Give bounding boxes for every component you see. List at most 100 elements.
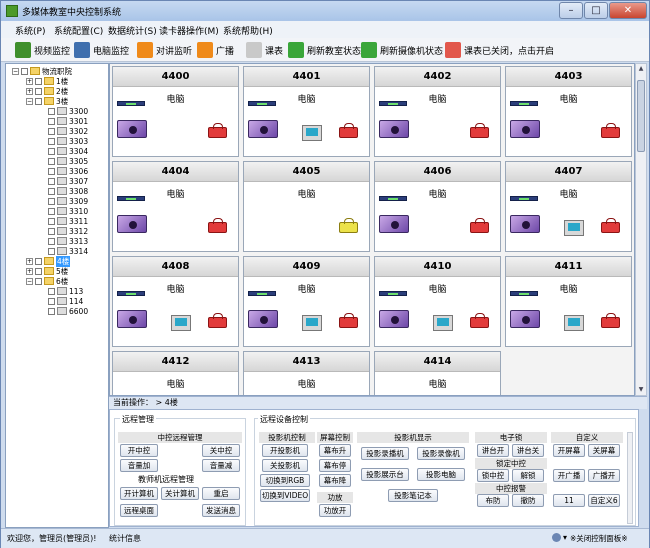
center-on-button[interactable]: 开中控 — [120, 444, 158, 457]
tree-floor-3[interactable]: − 3楼 — [26, 96, 68, 106]
tree-room[interactable]: 3304 — [48, 146, 88, 156]
toolbar-button-5[interactable]: 课表 — [246, 41, 283, 59]
pc-on-button[interactable]: 开计算机 — [120, 487, 158, 500]
classroom-card[interactable]: 4410 电脑 — [374, 256, 501, 347]
toolbar-button-8[interactable]: 课表已关闭，点击开启 — [445, 41, 554, 59]
control-panel-scrollbar[interactable] — [627, 432, 633, 524]
tree-room[interactable]: 3312 — [48, 226, 88, 236]
classroom-card[interactable]: 4408 电脑 — [112, 256, 239, 347]
classroom-card[interactable]: 4409 电脑 — [243, 256, 370, 347]
switch-rgb-button[interactable]: 切换到RGB — [260, 474, 310, 487]
tree-room[interactable]: 3309 — [48, 196, 88, 206]
tree-room[interactable]: 3303 — [48, 136, 88, 146]
screen-stop-button[interactable]: 幕布停 — [319, 459, 351, 472]
classroom-card[interactable]: 4413 电脑 — [243, 351, 370, 395]
menu-stats[interactable]: 数据统计(S) — [108, 24, 157, 37]
tree-floor-4[interactable]: +4楼 — [26, 255, 71, 267]
toggle-control-panel-button[interactable]: ※关闭控制面板※ — [570, 533, 628, 544]
tree-room[interactable]: 3308 — [48, 186, 88, 196]
grid-scrollbar[interactable]: ▲ ▼ — [635, 63, 647, 396]
classroom-card[interactable]: 4414 电脑 — [374, 351, 501, 395]
classroom-card[interactable]: 4406 电脑 — [374, 161, 501, 252]
toolbar-button-1[interactable]: 视频监控 — [15, 41, 70, 59]
scroll-down-arrow-icon[interactable]: ▼ — [636, 385, 646, 395]
menu-help[interactable]: 系统帮助(H) — [223, 24, 273, 37]
broadcast-on-button[interactable]: 开广播 — [553, 469, 585, 482]
tree-room[interactable]: 3307 — [48, 176, 88, 186]
podium-close-button[interactable]: 讲台关 — [512, 444, 544, 457]
classroom-card[interactable]: 4412 电脑 — [112, 351, 239, 395]
broadcast-toggle-button[interactable]: 广播开 — [588, 469, 620, 482]
toolbar-button-2[interactable]: 电脑监控 — [74, 41, 129, 59]
tree-room[interactable]: 3313 — [48, 236, 88, 246]
display-stand-button[interactable]: 投影展示台 — [361, 468, 409, 481]
volume-down-button[interactable]: 音量减 — [202, 459, 240, 472]
statistics-info-link[interactable]: 统计信息 — [109, 533, 141, 544]
volume-up-button[interactable]: 音量加 — [120, 459, 158, 472]
settings-icon[interactable] — [552, 533, 561, 542]
switch-video-button[interactable]: 切换到VIDEO — [260, 489, 310, 502]
tree-room[interactable]: 3302 — [48, 126, 88, 136]
tree-floor-5[interactable]: +5楼 — [26, 266, 68, 276]
display-vcr-button[interactable]: 投影录像机 — [417, 447, 465, 460]
classroom-card[interactable]: 4401 电脑 — [243, 66, 370, 157]
screen-off-button[interactable]: 关屏幕 — [588, 444, 620, 457]
dropdown-icon[interactable]: ▾ — [563, 533, 567, 542]
center-off-button[interactable]: 关中控 — [202, 444, 240, 457]
tree-room[interactable]: 114 — [48, 296, 83, 306]
minimize-button[interactable]: – — [559, 2, 583, 19]
close-button[interactable]: ✕ — [609, 2, 647, 19]
tree-room[interactable]: 3306 — [48, 166, 88, 176]
screen-down-button[interactable]: 幕布降 — [319, 474, 351, 487]
arm-button[interactable]: 布防 — [477, 494, 509, 507]
tree-floor-1[interactable]: +1楼 — [26, 76, 68, 86]
toolbar-button-7[interactable]: 刷新摄像机状态 — [361, 41, 443, 59]
custom-11-button[interactable]: 11 — [553, 494, 585, 507]
podium-open-button[interactable]: 讲台开 — [477, 444, 509, 457]
classroom-card[interactable]: 4411 电脑 — [505, 256, 632, 347]
toolbar-button-3[interactable]: 对讲监听 — [137, 41, 192, 59]
screen-on-button[interactable]: 开屏幕 — [553, 444, 585, 457]
display-pc-button[interactable]: 投影电脑 — [417, 468, 465, 481]
scroll-up-arrow-icon[interactable]: ▲ — [636, 64, 646, 74]
tree-room[interactable]: 3314 — [48, 246, 88, 256]
tree-root[interactable]: − 物流职院 — [12, 66, 72, 76]
classroom-card[interactable]: 4402 电脑 — [374, 66, 501, 157]
projector-on-button[interactable]: 开投影机 — [262, 444, 308, 457]
projector-off-button[interactable]: 关投影机 — [262, 459, 308, 472]
classroom-card[interactable]: 4400 电脑 — [112, 66, 239, 157]
remote-desktop-button[interactable]: 远程桌面 — [120, 504, 158, 517]
pc-off-button[interactable]: 关计算机 — [161, 487, 199, 500]
send-message-button[interactable]: 发送消息 — [202, 504, 240, 517]
tree-room[interactable]: 3310 — [48, 206, 88, 216]
display-notebook-button[interactable]: 投影笔记本 — [388, 489, 438, 502]
scroll-thumb[interactable] — [637, 80, 645, 152]
tree-room[interactable]: 3305 — [48, 156, 88, 166]
tree-floor-2[interactable]: +2楼 — [26, 86, 68, 96]
tree-room[interactable]: 3301 — [48, 116, 88, 126]
tree-room[interactable]: 3311 — [48, 216, 88, 226]
toolbar-button-4[interactable]: 广播 — [197, 41, 234, 59]
tree-room[interactable]: 113 — [48, 286, 83, 296]
lock-center-button[interactable]: 锁中控 — [477, 469, 509, 482]
tree-floor-6[interactable]: − 6楼 — [26, 276, 68, 286]
toolbar-button-6[interactable]: 刷新教室状态 — [288, 41, 361, 59]
classroom-card[interactable]: 4407 电脑 — [505, 161, 632, 252]
disarm-button[interactable]: 撤防 — [512, 494, 544, 507]
amplifier-on-button[interactable]: 功放开 — [319, 504, 351, 517]
classroom-card[interactable]: 4405 电脑 — [243, 161, 370, 252]
maximize-button[interactable]: □ — [584, 2, 608, 19]
menu-system[interactable]: 系统(P) — [15, 24, 45, 37]
tree-room[interactable]: 3300 — [48, 106, 88, 116]
projector-icon — [248, 101, 276, 106]
tree-room[interactable]: 6600 — [48, 306, 88, 316]
classroom-card[interactable]: 4403 电脑 — [505, 66, 632, 157]
menu-cardreader[interactable]: 读卡器操作(M) — [159, 24, 219, 37]
display-recorder-button[interactable]: 投影录播机 — [361, 447, 409, 460]
restart-button[interactable]: 重启 — [202, 487, 240, 500]
unlock-button[interactable]: 解锁 — [512, 469, 544, 482]
menu-config[interactable]: 系统配置(C) — [54, 24, 103, 37]
classroom-card[interactable]: 4404 电脑 — [112, 161, 239, 252]
screen-up-button[interactable]: 幕布升 — [319, 444, 351, 457]
custom-6-button[interactable]: 自定义6 — [588, 494, 620, 507]
